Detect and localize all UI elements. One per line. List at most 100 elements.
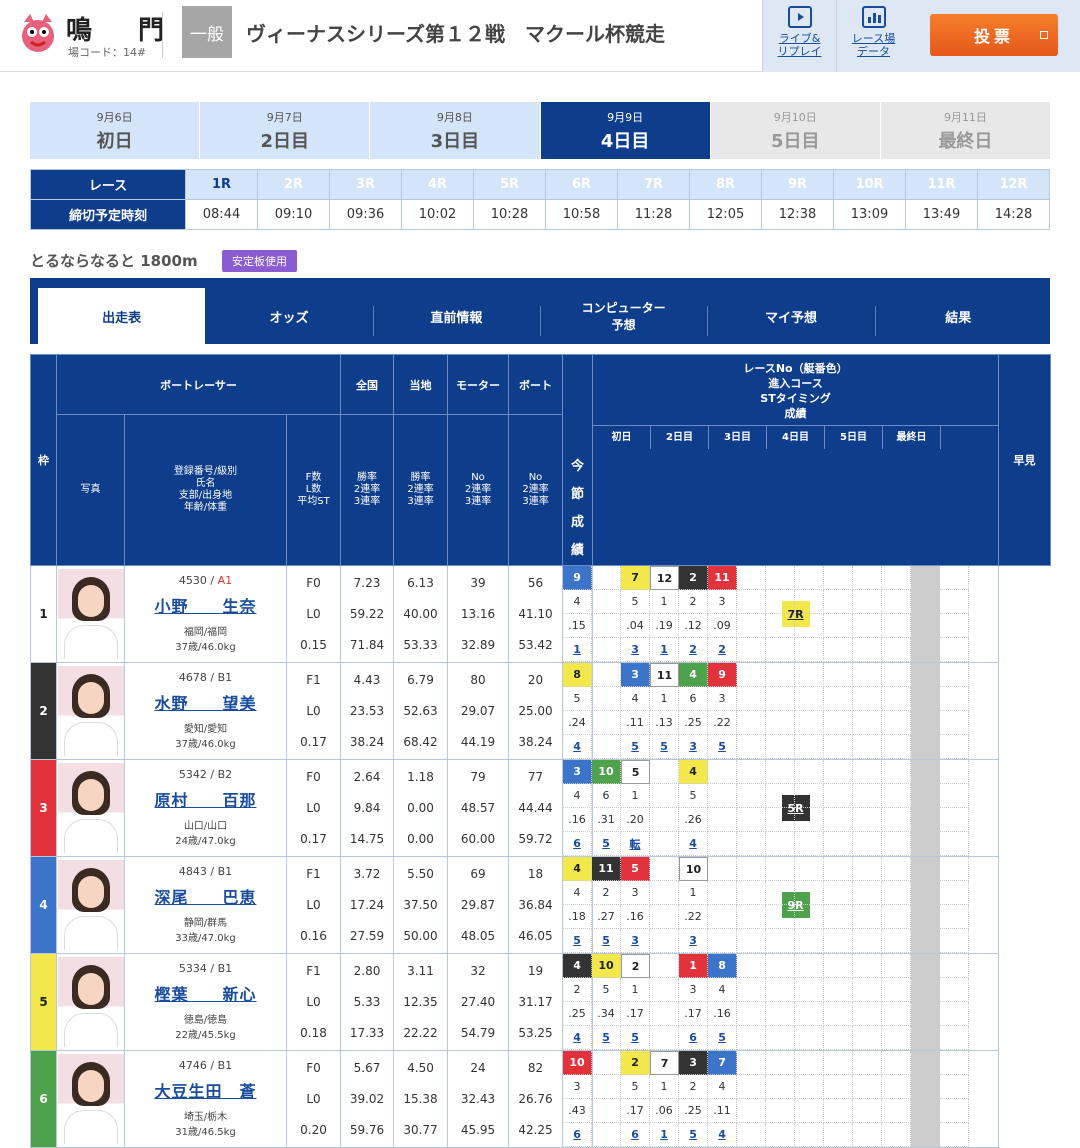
day-date: 9月7日 <box>266 110 303 124</box>
race-result[interactable]: 6 <box>563 1123 593 1147</box>
race-result[interactable]: 5 <box>650 735 680 759</box>
motor-rates-2: 29.07 <box>460 703 496 718</box>
race-result[interactable]: 3 <box>621 929 651 953</box>
race-result[interactable] <box>592 1123 622 1147</box>
race-result[interactable]: 6 <box>679 1026 709 1050</box>
race-tab-11R[interactable]: 11R <box>905 169 978 200</box>
race-result[interactable]: 5 <box>708 735 738 759</box>
day-tab-5[interactable]: 9月10日 5日目 <box>710 102 880 159</box>
race-result[interactable]: 5 <box>592 1026 622 1050</box>
race-result[interactable]: 3 <box>621 638 651 662</box>
race-tab-7R[interactable]: 7R <box>617 169 690 200</box>
racer-age-weight: 37歳/46.0kg <box>175 641 236 653</box>
racer-name-link[interactable]: 水野 望美 <box>125 690 286 714</box>
race-result[interactable]: 1 <box>650 1123 680 1147</box>
race-result[interactable]: 5 <box>621 1026 651 1050</box>
race-result[interactable] <box>592 735 622 759</box>
day-tab-6[interactable]: 9月11日 最終日 <box>880 102 1051 159</box>
race-result[interactable] <box>650 929 680 953</box>
motor-rates: 79 48.57 60.00 <box>448 761 508 855</box>
race-tab-10R[interactable]: 10R <box>833 169 906 200</box>
racer-name-link[interactable]: 小野 生奈 <box>125 593 286 617</box>
empty-cell <box>795 954 825 978</box>
st-timing: .25 <box>679 711 709 735</box>
race-tab-5R[interactable]: 5R <box>473 169 546 200</box>
race-tab-1R[interactable]: 1R <box>185 169 258 200</box>
race-result[interactable]: 1 <box>650 638 680 662</box>
deadline-time: 10:02 <box>401 199 474 230</box>
race-result[interactable]: 5 <box>592 832 622 856</box>
venue-code: 場コード：14# <box>68 46 147 59</box>
day-tab-3[interactable]: 9月8日 3日目 <box>370 102 540 159</box>
race-result[interactable] <box>650 1026 680 1050</box>
race-result[interactable] <box>708 832 738 856</box>
empty-cell <box>737 760 767 784</box>
race-tab-8R[interactable]: 8R <box>689 169 762 200</box>
race-result[interactable]: 1 <box>563 638 593 662</box>
fl-cell: F1 L0 0.18 <box>285 953 342 1051</box>
race-tab-12R[interactable]: 12R <box>977 169 1050 200</box>
day-tab-4[interactable]: 9月9日 4日目 <box>540 102 710 159</box>
race-tab-4R[interactable]: 4R <box>401 169 474 200</box>
motor-rates-2: 29.87 <box>460 897 496 912</box>
race-result[interactable]: 4 <box>708 1123 738 1147</box>
day-name: 2日目 <box>260 130 310 152</box>
local-rates-1: 4.50 <box>407 1060 434 1075</box>
race-result[interactable]: 4 <box>563 1026 593 1050</box>
course-entry <box>592 687 622 711</box>
race-result[interactable]: 5 <box>708 1026 738 1050</box>
race-result[interactable]: 6 <box>621 1123 651 1147</box>
race-result[interactable] <box>708 929 738 953</box>
race-result[interactable]: 2 <box>679 638 709 662</box>
racer-name-link[interactable]: 深尾 巴恵 <box>125 884 286 908</box>
race-boat-number: 7 <box>708 1051 738 1075</box>
racer-name-link[interactable]: 大豆生田 蒼 <box>125 1078 286 1102</box>
day-name: 3日目 <box>430 130 480 152</box>
race-history-cell: 10 2 7 3 7 3 5 1 2 4.43.17.06.25.11 6 6 1 5 4 <box>562 1050 970 1148</box>
race-result[interactable]: 5 <box>621 735 651 759</box>
tab-1[interactable]: 出走表 <box>38 288 206 344</box>
empty-cell <box>766 735 796 759</box>
race-result[interactable]: 5 <box>563 929 593 953</box>
race-tab-3R[interactable]: 3R <box>329 169 402 200</box>
motor-rates-3: 54.79 <box>460 1026 496 1041</box>
tab-5[interactable]: マイ予想 <box>707 288 874 344</box>
race-tab-9R[interactable]: 9R <box>761 169 834 200</box>
race-result[interactable]: 4 <box>679 832 709 856</box>
race-boat-number: 4 <box>563 857 593 881</box>
race-result[interactable]: 6 <box>563 832 593 856</box>
empty-cell <box>795 735 825 759</box>
venue-data-button[interactable]: レース場 データ <box>836 0 910 72</box>
course-entry <box>708 881 738 905</box>
race-result[interactable]: 3 <box>679 929 709 953</box>
race-history-grid: 9 7 12 2 11 4 5 1 2 3.15.04.19.12.09 1 3 1 2 2 <box>563 566 970 662</box>
racer-name-link[interactable]: 原村 百那 <box>125 787 286 811</box>
boat-rate-header: No 2連率 3連率 <box>508 414 564 566</box>
race-result[interactable] <box>650 832 680 856</box>
race-result[interactable]: 4 <box>563 735 593 759</box>
day-tab-1[interactable]: 9月6日 初日 <box>30 102 200 159</box>
motor-rates-2: 32.43 <box>460 1091 496 1106</box>
tab-3[interactable]: 直前情報 <box>372 288 540 344</box>
tab-2[interactable]: オッズ <box>205 288 372 344</box>
live-replay-button[interactable]: ライブ& リプレイ <box>762 0 836 72</box>
local-rates-1: 5.50 <box>407 866 434 881</box>
empty-cell <box>795 1075 825 1099</box>
tab-6[interactable]: 結果 <box>874 288 1042 344</box>
tab-4[interactable]: コンピューター 予想 <box>539 288 707 344</box>
course-entry: 1 <box>621 784 651 808</box>
race-result[interactable] <box>592 638 622 662</box>
racer-name-link[interactable]: 樫葉 新心 <box>125 981 286 1005</box>
race-result[interactable]: 転 <box>621 832 651 856</box>
race-result[interactable]: 3 <box>679 735 709 759</box>
empty-cell <box>824 614 854 638</box>
race-tab-6R[interactable]: 6R <box>545 169 618 200</box>
race-tab-2R[interactable]: 2R <box>257 169 330 200</box>
day-tab-2[interactable]: 9月7日 2日目 <box>200 102 370 159</box>
racer-reg: 4530 / A1 <box>178 573 233 587</box>
race-result[interactable]: 2 <box>708 638 738 662</box>
race-result[interactable]: 5 <box>592 929 622 953</box>
motor-header: モーター <box>447 353 510 416</box>
race-result[interactable]: 5 <box>679 1123 709 1147</box>
vote-button[interactable]: 投票 <box>930 14 1058 56</box>
